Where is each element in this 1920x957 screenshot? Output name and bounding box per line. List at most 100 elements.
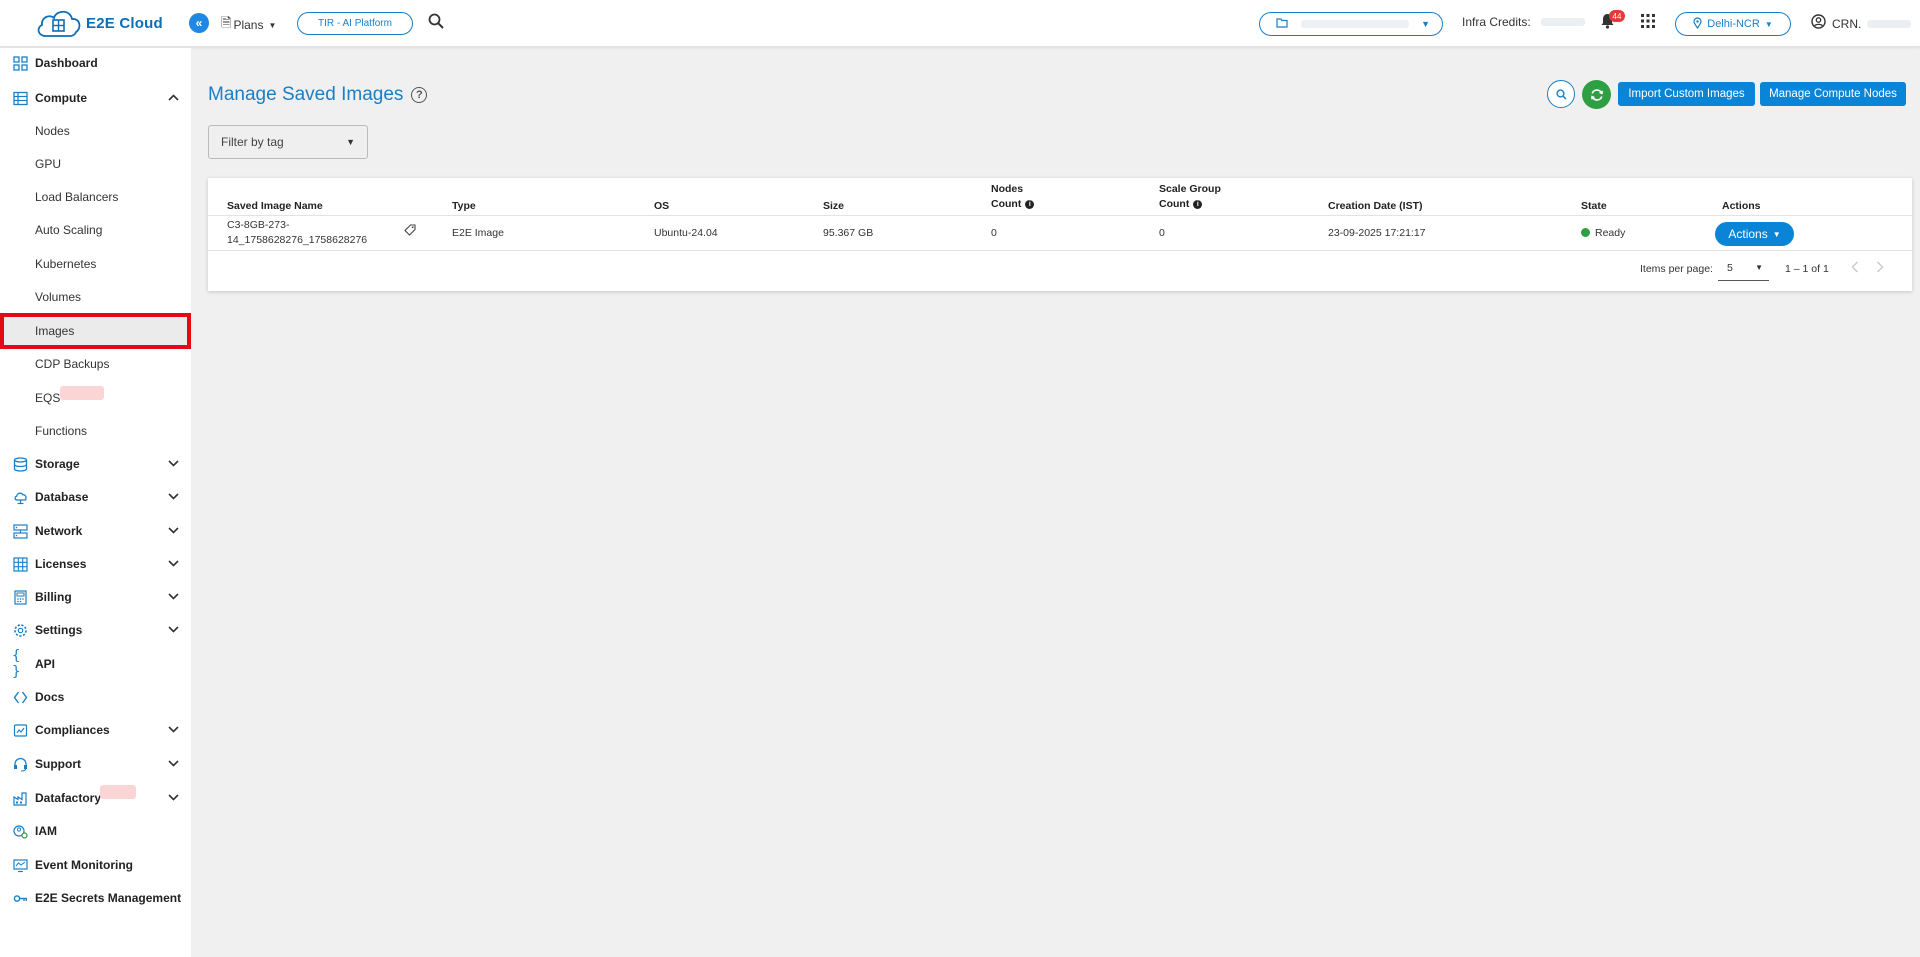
sidebar-item-settings[interactable]: Settings [0, 616, 191, 644]
sidebar-item-database[interactable]: Database [0, 483, 191, 511]
column-header-actions: Actions [1722, 200, 1761, 212]
sidebar-item-load-balancers[interactable]: Load Balancers [0, 184, 191, 210]
caret-down-icon: ▼ [1772, 229, 1781, 239]
refresh-icon[interactable] [1582, 80, 1611, 109]
sidebar-item-billing[interactable]: Billing [0, 583, 191, 611]
sidebar-item-eqs[interactable]: EQS [0, 385, 191, 411]
folder-icon [1276, 17, 1288, 31]
filter-by-tag-select[interactable]: Filter by tag ▼ [208, 125, 368, 159]
key-icon [12, 890, 28, 906]
column-header-os[interactable]: OS [654, 188, 669, 224]
sidebar-item-label: Load Balancers [35, 190, 119, 204]
sidebar-item-compliances[interactable]: Compliances [0, 716, 191, 744]
sidebar-item-event-monitoring[interactable]: Event Monitoring [0, 851, 191, 879]
project-name-redacted [1300, 20, 1409, 28]
column-header-type[interactable]: Type [452, 188, 476, 224]
sidebar-item-api[interactable]: { } API [0, 648, 191, 680]
datafactory-icon [12, 790, 28, 806]
manage-compute-nodes-button[interactable]: Manage Compute Nodes [1760, 82, 1906, 106]
column-header-nodes-line1: Nodes [991, 183, 1024, 195]
sidebar-item-label: API [35, 657, 56, 671]
sidebar: Dashboard Compute Nodes GPU Load Balance… [0, 48, 191, 957]
previous-page-icon[interactable] [1851, 261, 1859, 276]
infra-credits: Infra Credits: [1462, 15, 1585, 29]
column-header-scale-group-count[interactable]: Scale Group Count i [1159, 182, 1221, 212]
sidebar-item-functions[interactable]: Functions [0, 418, 191, 444]
sidebar-item-secrets-management[interactable]: E2E Secrets Management [0, 884, 191, 912]
e2e-logo[interactable]: E2E Cloud [34, 6, 163, 40]
sidebar-item-support[interactable]: Support [0, 750, 191, 778]
location-pin-icon [1693, 16, 1702, 32]
column-header-state[interactable]: State [1581, 188, 1607, 224]
items-per-page-select[interactable]: 5 ▼ [1718, 259, 1769, 281]
import-custom-images-button[interactable]: Import Custom Images [1618, 82, 1755, 106]
sidebar-item-label: Network [35, 524, 83, 538]
caret-down-icon: ▼ [1421, 19, 1430, 29]
collapse-sidebar-button[interactable]: « [189, 13, 209, 33]
sidebar-item-iam[interactable]: IAM [0, 817, 191, 845]
sidebar-item-label: EQS [35, 391, 61, 405]
items-per-page-label: Items per page: [1640, 263, 1713, 275]
chevron-down-icon [168, 624, 179, 636]
sidebar-item-dashboard[interactable]: Dashboard [0, 49, 191, 77]
column-header-size[interactable]: Size [823, 188, 844, 224]
compliance-doc-icon [12, 722, 28, 738]
sidebar-item-storage[interactable]: Storage [0, 450, 191, 478]
sidebar-item-label: Licenses [35, 557, 87, 571]
search-icon[interactable] [1547, 80, 1575, 108]
database-cloud-icon [12, 489, 28, 505]
info-icon[interactable]: i [1025, 199, 1035, 209]
chevron-down-icon [168, 758, 179, 770]
project-selector[interactable]: ▼ [1259, 12, 1443, 36]
sidebar-item-kubernetes[interactable]: Kubernetes [0, 251, 191, 277]
state-label: Ready [1595, 227, 1626, 239]
caret-down-icon: ▼ [1764, 19, 1773, 29]
plans-menu[interactable]: 🗎 Plans ▼ [221, 14, 276, 36]
info-icon[interactable]: i [1193, 199, 1203, 209]
help-icon[interactable]: ? [411, 87, 428, 103]
user-menu[interactable]: CRN. [1811, 14, 1912, 33]
monitor-icon [12, 857, 28, 873]
row-divider [208, 250, 1912, 251]
actions-dropdown-button[interactable]: Actions ▼ [1715, 222, 1794, 246]
column-header-scale-line1: Scale Group [1159, 183, 1221, 195]
sidebar-item-images[interactable]: Images [0, 313, 191, 349]
infra-credits-value-redacted [1540, 18, 1585, 26]
caret-down-icon: ▼ [268, 20, 277, 30]
column-header-creation-date[interactable]: Creation Date (IST) [1328, 188, 1423, 224]
sidebar-item-label: Auto Scaling [35, 223, 103, 237]
sidebar-item-datafactory[interactable]: Datafactory [0, 784, 191, 812]
sidebar-item-network[interactable]: Network [0, 517, 191, 545]
next-page-icon[interactable] [1876, 261, 1884, 276]
sidebar-item-licenses[interactable]: Licenses [0, 550, 191, 578]
infra-credits-label: Infra Credits: [1462, 15, 1531, 29]
search-icon[interactable] [428, 13, 444, 34]
sidebar-item-label: Volumes [35, 290, 82, 304]
sidebar-item-nodes[interactable]: Nodes [0, 118, 191, 144]
braces-icon: { } [12, 648, 21, 680]
sidebar-item-compute[interactable]: Compute [0, 84, 191, 112]
tir-platform-button[interactable]: TIR - AI Platform [297, 12, 413, 35]
scale-group-count-cell: 0 [1159, 227, 1165, 239]
pagination-range: 1 – 1 of 1 [1785, 263, 1829, 275]
sidebar-item-docs[interactable]: Docs [0, 683, 191, 711]
apps-grid-icon[interactable] [1641, 14, 1655, 32]
notification-badge: 44 [1609, 10, 1625, 22]
tag-icon[interactable] [404, 224, 416, 239]
datafactory-badge-redacted [100, 785, 136, 799]
chevron-down-icon [168, 458, 179, 470]
licenses-grid-icon [12, 556, 28, 572]
sidebar-item-volumes[interactable]: Volumes [0, 284, 191, 310]
column-header-nodes-count[interactable]: Nodes Count i [991, 182, 1035, 212]
sidebar-item-label: Nodes [35, 124, 70, 138]
sidebar-item-gpu[interactable]: GPU [0, 151, 191, 177]
sidebar-item-label: Images [35, 324, 75, 338]
region-selector[interactable]: Delhi-NCR ▼ [1675, 12, 1791, 36]
sidebar-item-label: Support [35, 757, 81, 771]
sidebar-item-cdp-backups[interactable]: CDP Backups [0, 351, 191, 377]
sidebar-item-label: Functions [35, 424, 88, 438]
sidebar-item-auto-scaling[interactable]: Auto Scaling [0, 217, 191, 243]
eqs-badge-redacted [60, 386, 104, 400]
chevron-down-icon [168, 525, 179, 537]
billing-icon [12, 589, 28, 605]
